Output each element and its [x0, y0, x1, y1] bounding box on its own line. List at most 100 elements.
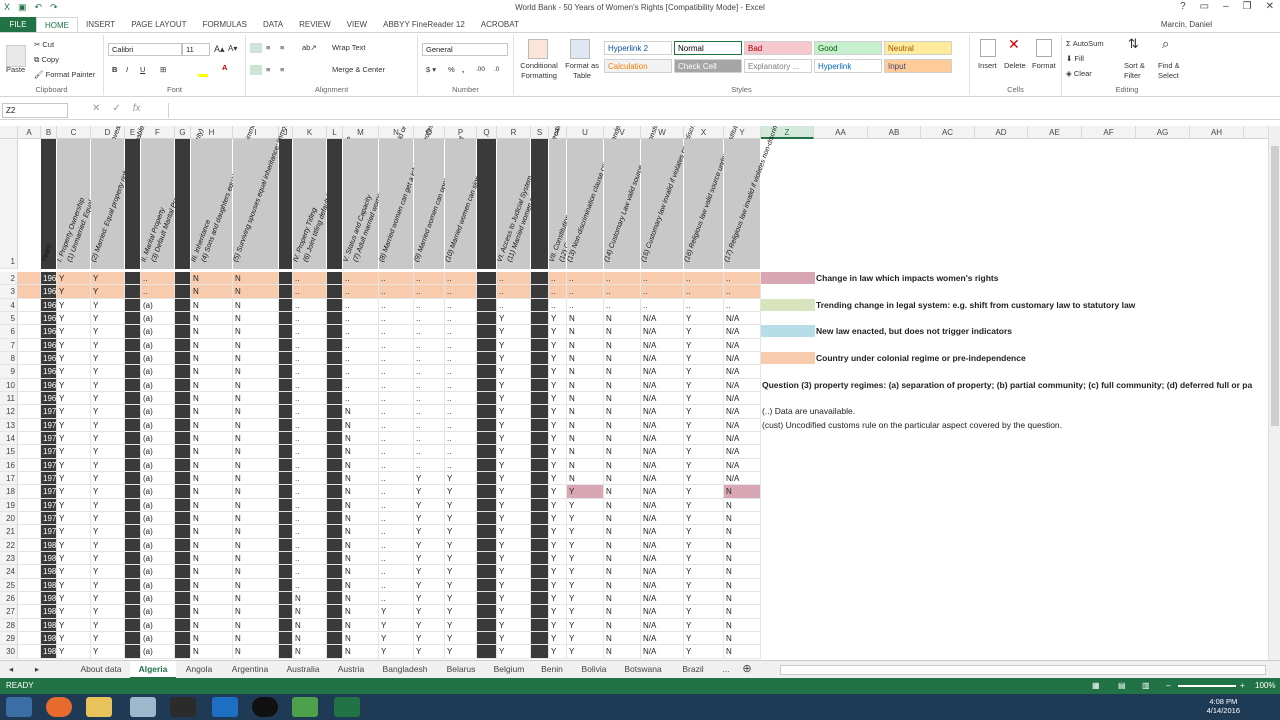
cell-g23[interactable]: [175, 551, 191, 566]
cell-e19[interactable]: [125, 498, 141, 512]
cell-n17[interactable]: ..: [379, 471, 414, 486]
cell-s30[interactable]: [531, 645, 549, 659]
cell-g15[interactable]: [175, 445, 191, 459]
cell-k7[interactable]: ..: [293, 338, 327, 352]
cell-r19[interactable]: Y: [497, 498, 531, 512]
cell-p24[interactable]: Y: [445, 565, 477, 579]
cell-r26[interactable]: Y: [497, 591, 531, 606]
ribbon-display-icon[interactable]: ▭: [1200, 1, 1209, 12]
row-header-20[interactable]: 20: [0, 511, 18, 526]
cell-r21[interactable]: Y: [497, 525, 531, 539]
cell-r3[interactable]: ..: [497, 285, 531, 299]
cell-t28[interactable]: Y: [549, 618, 567, 632]
cell-i11[interactable]: N: [233, 391, 279, 406]
cell-w5[interactable]: N/A: [641, 311, 684, 326]
scroll-tabs-left-icon[interactable]: ◂: [4, 661, 18, 679]
cell-y9[interactable]: N/A: [724, 365, 761, 379]
cell-r7[interactable]: Y: [497, 338, 531, 352]
cell-r18[interactable]: Y: [497, 485, 531, 499]
row-header-30[interactable]: 30: [0, 645, 18, 659]
cell-k26[interactable]: N: [293, 591, 327, 606]
wrap-text-button[interactable]: Wrap Text: [332, 43, 366, 53]
cell-n26[interactable]: ..: [379, 591, 414, 606]
cell-n5[interactable]: ..: [379, 311, 414, 326]
column-header-ab[interactable]: AB: [868, 126, 921, 139]
cell-r25[interactable]: Y: [497, 578, 531, 592]
cell-f23[interactable]: (a): [141, 551, 175, 566]
tab-home[interactable]: HOME: [36, 17, 78, 32]
sheet-tab-bangladesh[interactable]: Bangladesh: [374, 661, 436, 679]
cell-x28[interactable]: Y: [684, 618, 724, 632]
cell-f24[interactable]: (a): [141, 565, 175, 579]
cell-w24[interactable]: N/A: [641, 565, 684, 579]
cell-x22[interactable]: Y: [684, 538, 724, 552]
cell-d18[interactable]: Y: [91, 485, 125, 499]
cell-w15[interactable]: N/A: [641, 445, 684, 459]
cell-e23[interactable]: [125, 551, 141, 566]
cell-l23[interactable]: [327, 551, 343, 566]
cell-f21[interactable]: (a): [141, 525, 175, 539]
cell-b13[interactable]: 1971: [41, 418, 57, 432]
cell-y21[interactable]: N: [724, 525, 761, 539]
align-left-icon[interactable]: [250, 65, 262, 75]
cell-y10[interactable]: N/A: [724, 378, 761, 392]
cell-v30[interactable]: N: [604, 645, 641, 659]
cell-x30[interactable]: Y: [684, 645, 724, 659]
row-header-21[interactable]: 21: [0, 525, 18, 539]
currency-icon[interactable]: $ ▾: [426, 65, 436, 75]
cell-h30[interactable]: N: [191, 645, 233, 659]
cell-o18[interactable]: Y: [414, 485, 445, 499]
cell-h7[interactable]: N: [191, 338, 233, 352]
cell-n29[interactable]: Y: [379, 631, 414, 646]
cell-h17[interactable]: N: [191, 471, 233, 486]
cell-c4[interactable]: Y: [57, 298, 91, 312]
cell-i28[interactable]: N: [233, 618, 279, 632]
formula-input[interactable]: [168, 103, 1276, 118]
cell-b7[interactable]: 1965: [41, 338, 57, 352]
cell-t20[interactable]: Y: [549, 511, 567, 526]
cell-g14[interactable]: [175, 431, 191, 446]
cell-e25[interactable]: [125, 578, 141, 592]
cell-p22[interactable]: Y: [445, 538, 477, 552]
cell-f19[interactable]: (a): [141, 498, 175, 512]
cell-x3[interactable]: ..: [684, 285, 724, 299]
cell-y16[interactable]: N/A: [724, 458, 761, 472]
enter-icon[interactable]: ✓: [112, 103, 120, 114]
cell-k29[interactable]: N: [293, 631, 327, 646]
cell-m15[interactable]: N: [343, 445, 379, 459]
cell-l3[interactable]: [327, 285, 343, 299]
cell-x7[interactable]: Y: [684, 338, 724, 352]
cell-p8[interactable]: ..: [445, 351, 477, 366]
font-color-icon[interactable]: A: [222, 63, 227, 73]
cell-j23[interactable]: [279, 551, 293, 566]
cell-l15[interactable]: [327, 445, 343, 459]
cell-k20[interactable]: ..: [293, 511, 327, 526]
cell-w17[interactable]: N/A: [641, 471, 684, 486]
cell-h20[interactable]: N: [191, 511, 233, 526]
cell-u27[interactable]: Y: [567, 605, 604, 619]
cell-t2[interactable]: ..: [549, 272, 567, 286]
cell-a11[interactable]: [18, 391, 41, 406]
cell-m2[interactable]: ..: [343, 272, 379, 286]
cell-q30[interactable]: [477, 645, 497, 659]
cell-n27[interactable]: Y: [379, 605, 414, 619]
cell-p14[interactable]: ..: [445, 431, 477, 446]
cell-d7[interactable]: Y: [91, 338, 125, 352]
cell-a28[interactable]: [18, 618, 41, 632]
cell-e2[interactable]: [125, 272, 141, 286]
cell-f18[interactable]: (a): [141, 485, 175, 499]
cell-v25[interactable]: N: [604, 578, 641, 592]
cell-q12[interactable]: [477, 405, 497, 419]
cell-v16[interactable]: N: [604, 458, 641, 472]
cell-f12[interactable]: (a): [141, 405, 175, 419]
cell-u2[interactable]: ..: [567, 272, 604, 286]
cell-j22[interactable]: [279, 538, 293, 552]
cell-a10[interactable]: [18, 378, 41, 392]
cell-k2[interactable]: ..: [293, 272, 327, 286]
cell-a14[interactable]: [18, 431, 41, 446]
column-header-ad[interactable]: AD: [975, 126, 1028, 139]
row-header-18[interactable]: 18: [0, 485, 18, 499]
cell-c6[interactable]: Y: [57, 325, 91, 339]
cell-c23[interactable]: Y: [57, 551, 91, 566]
row-header-24[interactable]: 24: [0, 565, 18, 579]
